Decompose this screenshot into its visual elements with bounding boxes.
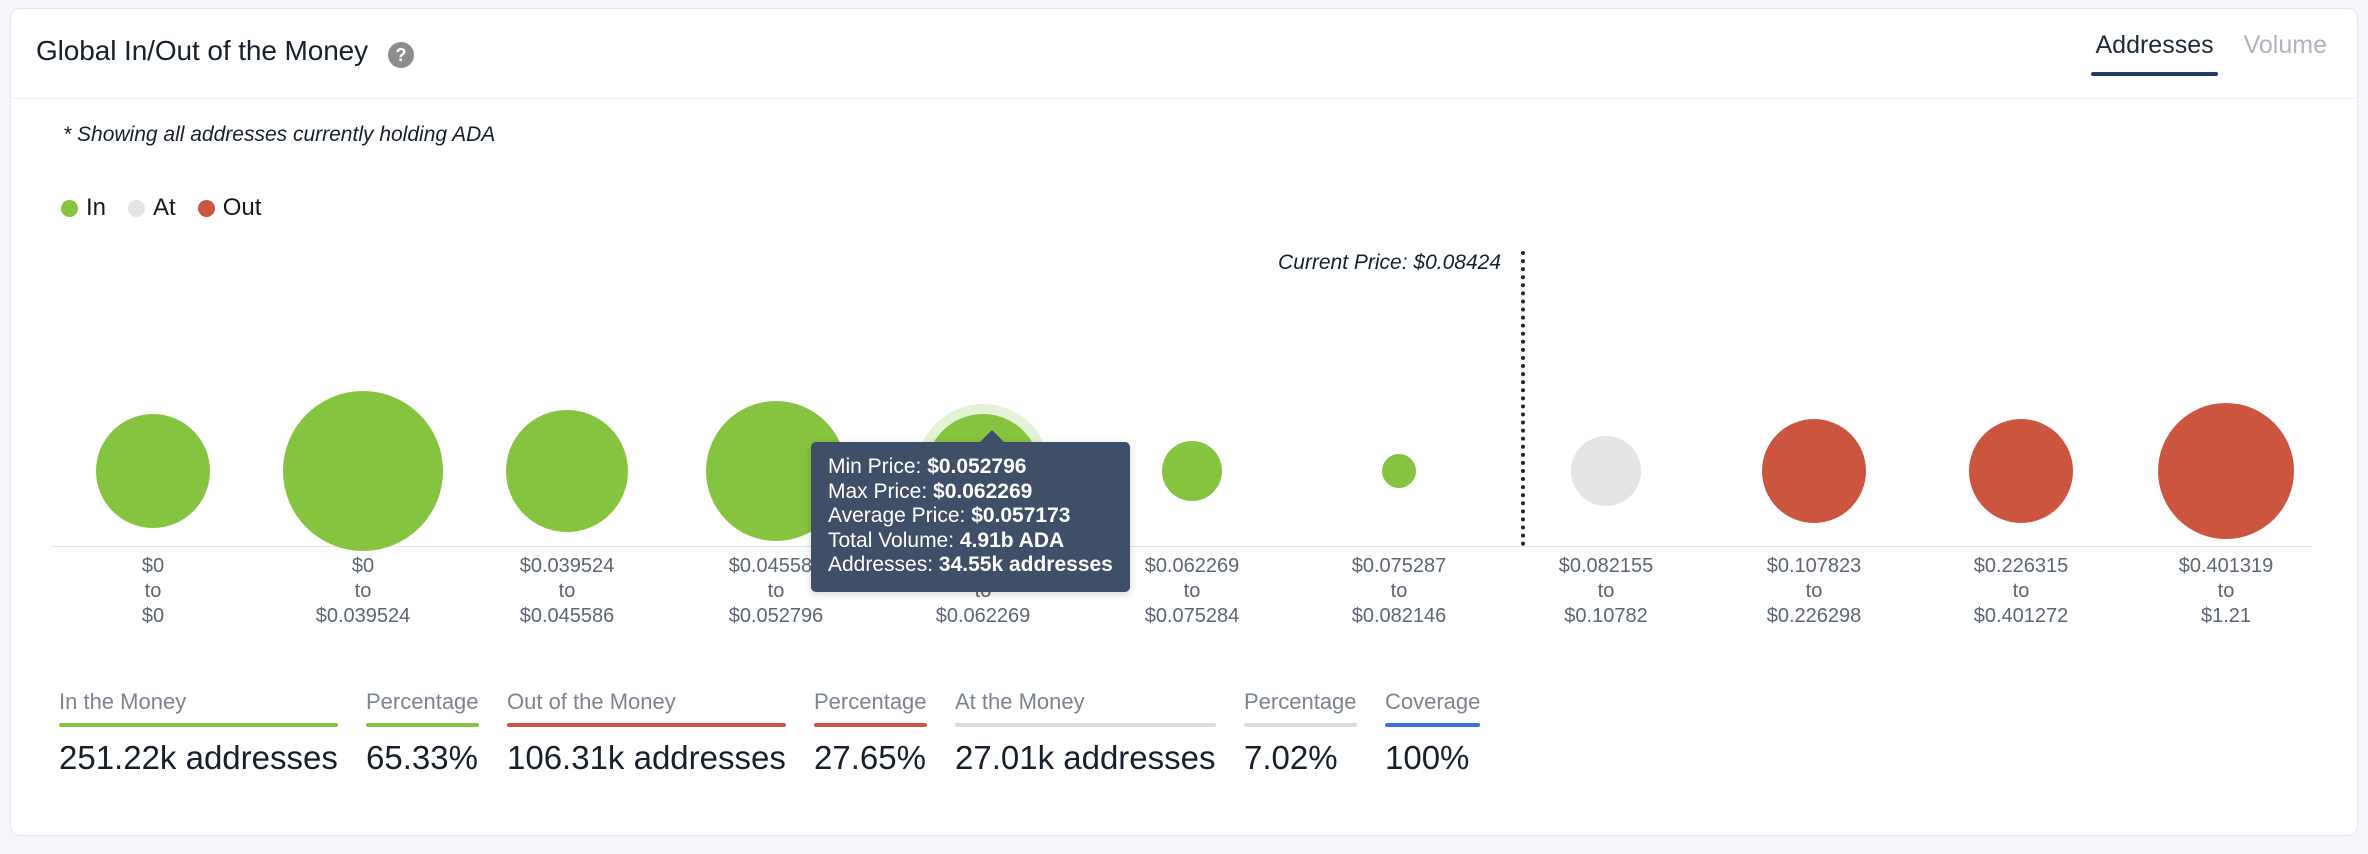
stat-value-0: 251.22k addresses — [59, 739, 338, 776]
screenshot-root: Global In/Out of the Money ? Addresses V… — [0, 0, 2368, 854]
tab-addresses[interactable]: Addresses — [2091, 27, 2218, 76]
stat-label-4: At the Money — [955, 689, 1085, 714]
stat-rule-5 — [1244, 723, 1357, 727]
legend-item-in[interactable]: In — [61, 194, 106, 222]
x-axis-label-7: $0.082155 to $0.10782 — [1558, 555, 1654, 627]
stat-block-6: Coverage 100% — [1385, 689, 1480, 777]
tooltip-arrow — [979, 430, 1005, 443]
stat-value-2: 106.31k addresses — [507, 739, 786, 776]
tooltip-key-0: Min Price: — [828, 455, 928, 478]
tab-bar: Addresses Volume — [2091, 27, 2331, 76]
stat-block-0: In the Money 251.22k addresses — [59, 689, 338, 777]
stat-rule-0 — [59, 723, 338, 727]
bubble-in-0[interactable] — [96, 414, 210, 528]
stat-block-3: Percentage 27.65% — [814, 689, 927, 777]
legend-label-in: In — [86, 194, 107, 221]
bubble-out-10[interactable] — [2158, 403, 2294, 539]
stat-label-2: Out of the Money — [507, 689, 676, 714]
x-axis-labels: $0 to $0 $0 to $0.039524 $0.039524 to $0.045586 $… — [11, 554, 2357, 644]
stat-rule-1 — [366, 723, 479, 727]
tooltip-value-0: $0.052796 — [927, 455, 1027, 478]
in-out-of-money-card: Global In/Out of the Money ? Addresses V… — [10, 8, 2358, 836]
bubble-in-6[interactable] — [1382, 454, 1416, 488]
x-axis-label-3: $0.045586 to $0.052796 — [728, 555, 824, 627]
legend-label-out: Out — [222, 194, 262, 221]
bubble-out-8[interactable] — [1762, 419, 1866, 523]
x-axis-label-6: $0.075287 to $0.082146 — [1351, 555, 1447, 627]
tooltip-value-1: $0.062269 — [933, 479, 1033, 503]
stat-label-1: Percentage — [366, 689, 479, 714]
stat-value-5: 7.02% — [1244, 739, 1338, 776]
stat-label-3: Percentage — [814, 689, 927, 714]
current-price-label: Current Price: $0.08424 — [1278, 251, 1501, 274]
stat-value-4: 27.01k addresses — [955, 739, 1216, 776]
card-header: Global In/Out of the Money ? Addresses V… — [11, 9, 2357, 99]
stat-rule-3 — [814, 723, 927, 727]
bubble-in-1[interactable] — [283, 391, 443, 551]
tooltip-row-2: Average Price: $0.057173 — [828, 504, 1113, 529]
stat-block-2: Out of the Money 106.31k addresses — [507, 689, 786, 777]
stat-value-1: 65.33% — [366, 739, 478, 776]
tooltip-row-0: Min Price: $0.052796 — [828, 455, 1113, 480]
legend-dot-at — [128, 199, 146, 217]
legend-dot-out — [197, 199, 215, 217]
tab-volume[interactable]: Volume — [2240, 27, 2331, 76]
stat-block-5: Percentage 7.02% — [1244, 689, 1357, 777]
chart-legend: In At Out — [61, 194, 273, 222]
stat-label-6: Coverage — [1385, 689, 1481, 714]
tooltip-key-1: Max Price: — [828, 479, 934, 503]
tooltip-key-4: Addresses: — [828, 553, 939, 576]
stat-label-0: In the Money — [59, 689, 187, 714]
x-axis-label-9: $0.226315 to $0.401272 — [1973, 555, 2069, 627]
page-title: Global In/Out of the Money — [36, 35, 369, 66]
tooltip-key-3: Total Volume: — [828, 528, 960, 552]
x-axis-label-5: $0.062269 to $0.075284 — [1144, 555, 1240, 627]
x-axis-label-2: $0.039524 to $0.045586 — [519, 555, 615, 627]
bubble-at-7[interactable] — [1571, 436, 1641, 506]
bubble-in-5[interactable] — [1162, 441, 1222, 501]
stat-rule-4 — [955, 723, 1216, 727]
stat-label-5: Percentage — [1244, 689, 1357, 714]
stat-rule-2 — [507, 723, 786, 727]
legend-label-at: At — [153, 194, 176, 221]
x-axis-label-0: $0 to $0 — [141, 555, 165, 627]
stat-value-3: 27.65% — [814, 739, 926, 776]
stat-rule-6 — [1385, 723, 1480, 727]
tooltip-value-3: 4.91b ADA — [959, 528, 1065, 552]
chart-note: * Showing all addresses currently holdin… — [63, 123, 496, 146]
tooltip-row-3: Total Volume: 4.91b ADA — [828, 529, 1113, 554]
legend-dot-in — [61, 199, 78, 217]
tooltip-value-4: 34.55k addresses — [938, 553, 1113, 576]
x-axis-label-1: $0 to $0.039524 — [315, 555, 411, 627]
tooltip-row-4: Addresses: 34.55k addresses — [828, 553, 1113, 578]
tooltip-value-2: $0.057173 — [971, 504, 1071, 527]
tooltip-key-2: Average Price: — [828, 504, 972, 527]
bubble-out-9[interactable] — [1969, 419, 2073, 523]
x-axis-label-8: $0.107823 to $0.226298 — [1766, 555, 1862, 627]
x-axis-label-10: $0.401319 to $1.21 — [2178, 555, 2274, 627]
current-price-line — [1521, 251, 1525, 546]
stat-value-6: 100% — [1385, 739, 1470, 776]
stat-block-4: At the Money 27.01k addresses — [955, 689, 1216, 777]
question-circle-icon[interactable]: ? — [388, 42, 414, 68]
summary-stats: In the Money 251.22k addresses Percentage 6… — [59, 689, 1508, 777]
tooltip-row-1: Max Price: $0.062269 — [828, 480, 1113, 505]
bubble-tooltip: Min Price: $0.052796 Max Price: $0.062269… — [811, 430, 1130, 592]
legend-item-out[interactable]: Out — [197, 194, 262, 222]
legend-item-at[interactable]: At — [128, 194, 176, 222]
bubble-in-2[interactable] — [506, 410, 628, 532]
stat-block-1: Percentage 65.33% — [366, 689, 479, 777]
